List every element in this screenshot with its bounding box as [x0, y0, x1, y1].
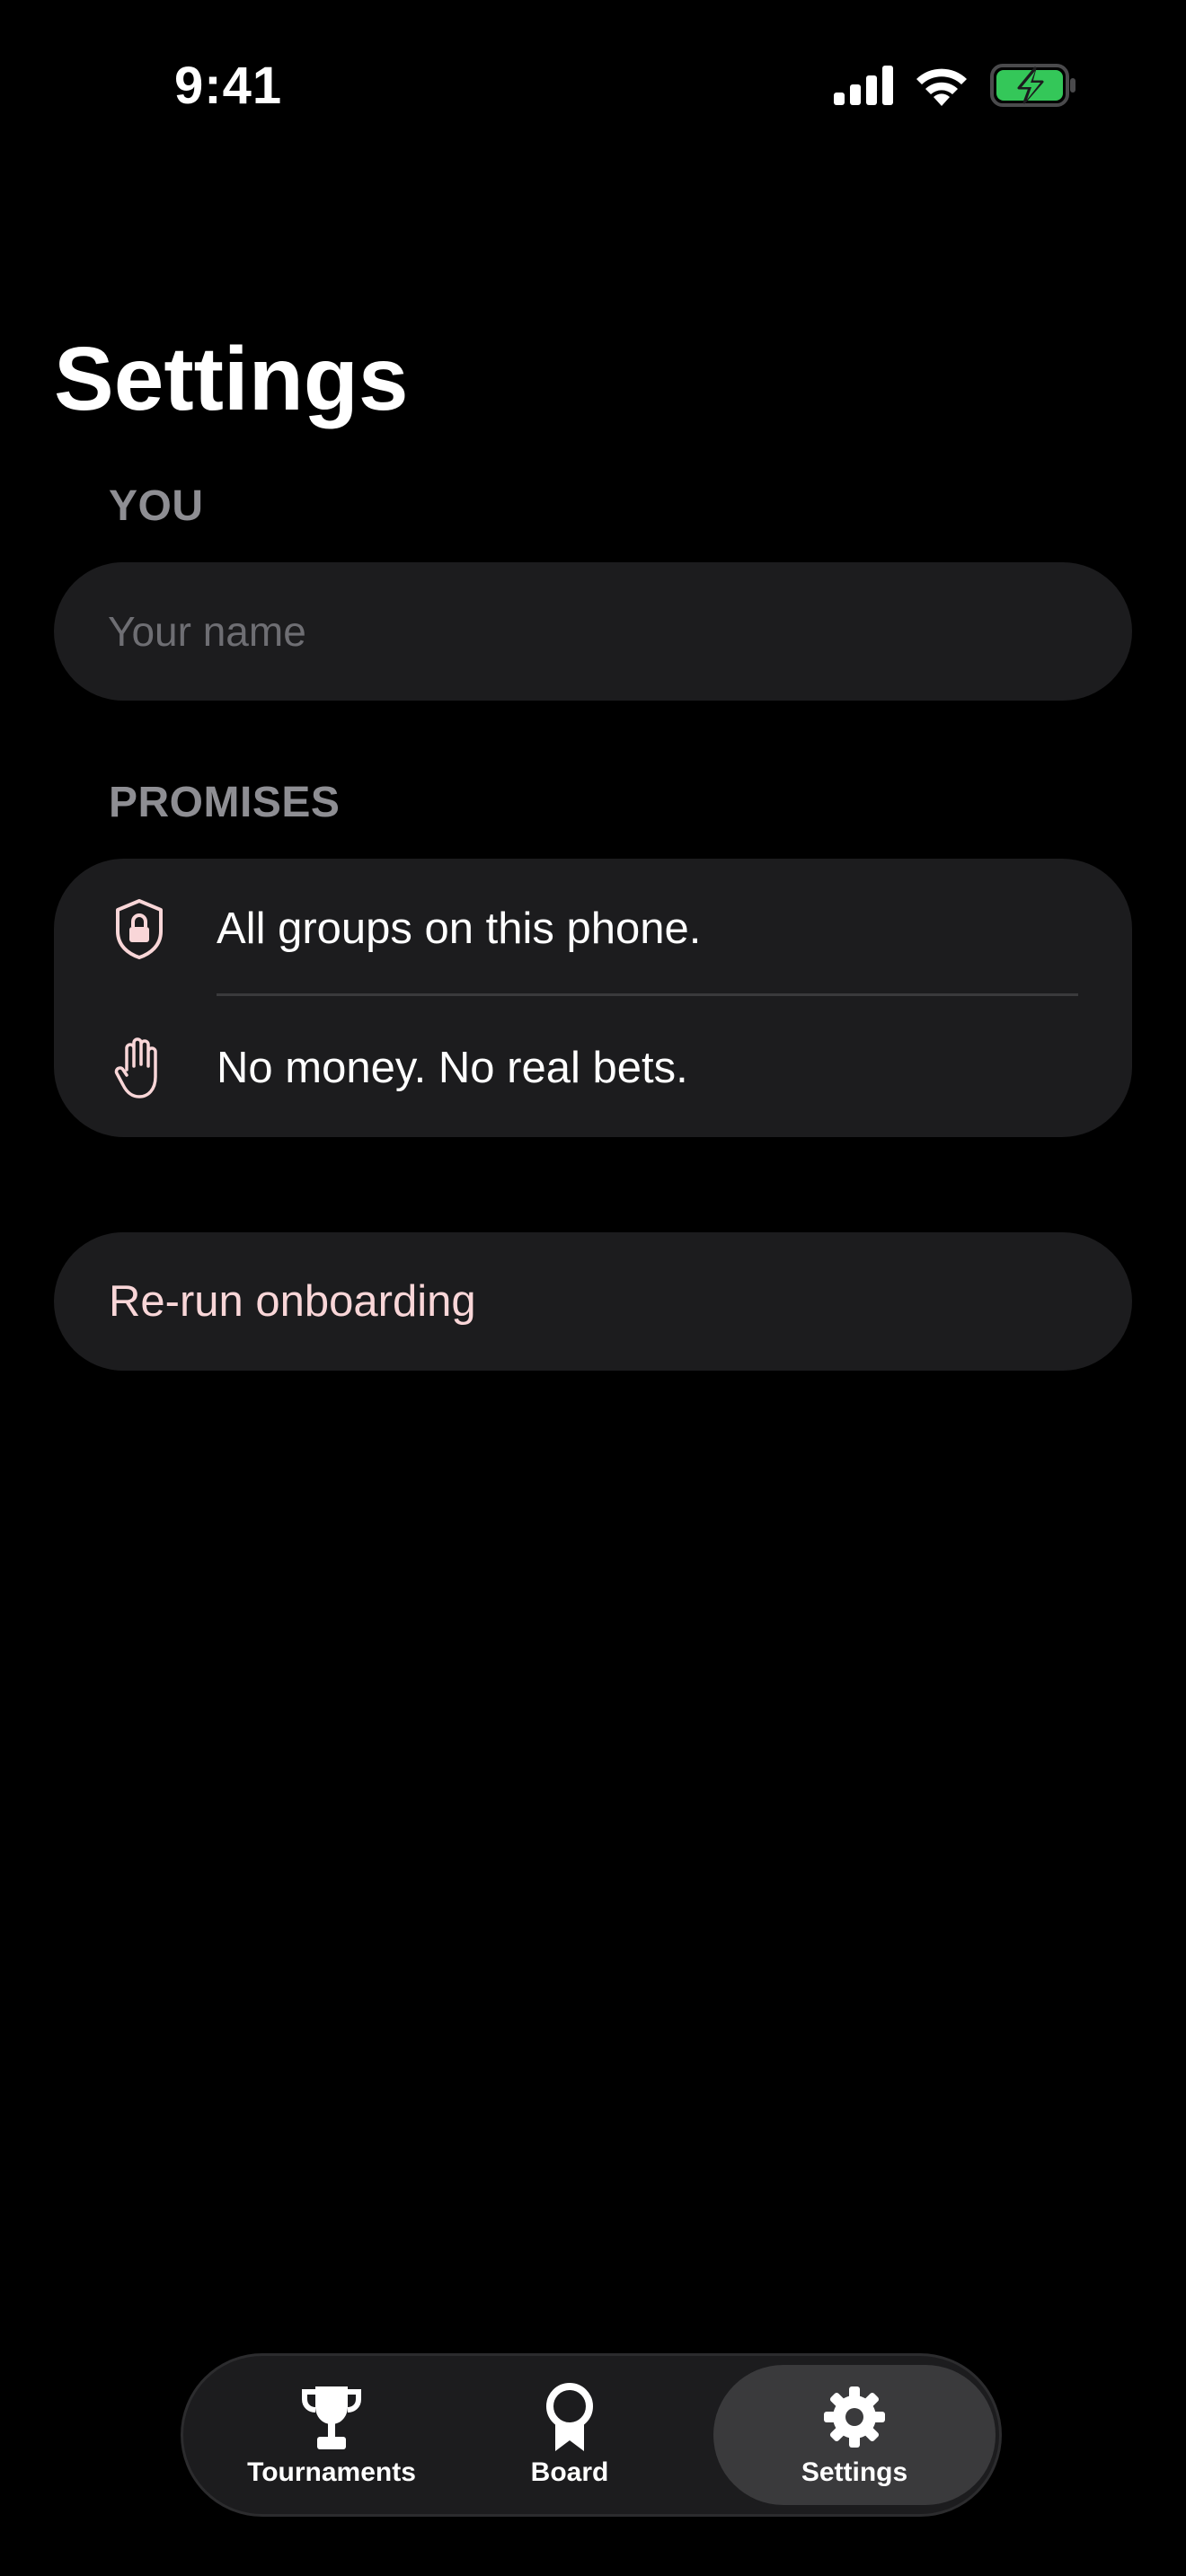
tab-settings[interactable]: Settings — [713, 2365, 996, 2505]
name-input[interactable] — [108, 562, 1078, 701]
raised-hand-icon — [111, 1035, 167, 1101]
name-card — [54, 562, 1132, 701]
status-bar: 9:41 — [0, 0, 1186, 162]
gear-icon — [819, 2381, 890, 2453]
tab-board[interactable]: Board — [480, 2365, 659, 2505]
section-header-you: YOU — [109, 482, 204, 530]
wifi-icon — [915, 65, 969, 110]
lock-shield-icon — [111, 895, 167, 962]
trophy-icon — [296, 2381, 367, 2453]
section-header-promises: PROMISES — [109, 779, 341, 826]
promises-card: All groups on this phone. No money. No r… — [54, 859, 1132, 1137]
promise-label: No money. No real bets. — [217, 1043, 688, 1092]
tab-bar: Tournaments Board Settings — [181, 2353, 1002, 2517]
promise-label: All groups on this phone. — [217, 904, 702, 953]
promise-item-no-money: No money. No real bets. — [54, 998, 1132, 1137]
status-icons — [834, 63, 1076, 111]
rerun-onboarding-label: Re-run onboarding — [109, 1277, 476, 1326]
status-time: 9:41 — [174, 57, 283, 115]
cellular-signal-icon — [834, 65, 893, 110]
divider — [217, 993, 1078, 996]
tab-tournaments[interactable]: Tournaments — [219, 2365, 444, 2505]
battery-charging-icon — [990, 63, 1076, 111]
page-title: Settings — [54, 329, 409, 429]
award-ribbon-icon — [534, 2381, 606, 2453]
rerun-onboarding-button[interactable]: Re-run onboarding — [54, 1232, 1132, 1371]
tab-label: Settings — [801, 2457, 908, 2487]
promise-item-local-groups: All groups on this phone. — [54, 859, 1132, 998]
tab-label: Tournaments — [247, 2457, 416, 2487]
tab-label: Board — [530, 2457, 609, 2487]
